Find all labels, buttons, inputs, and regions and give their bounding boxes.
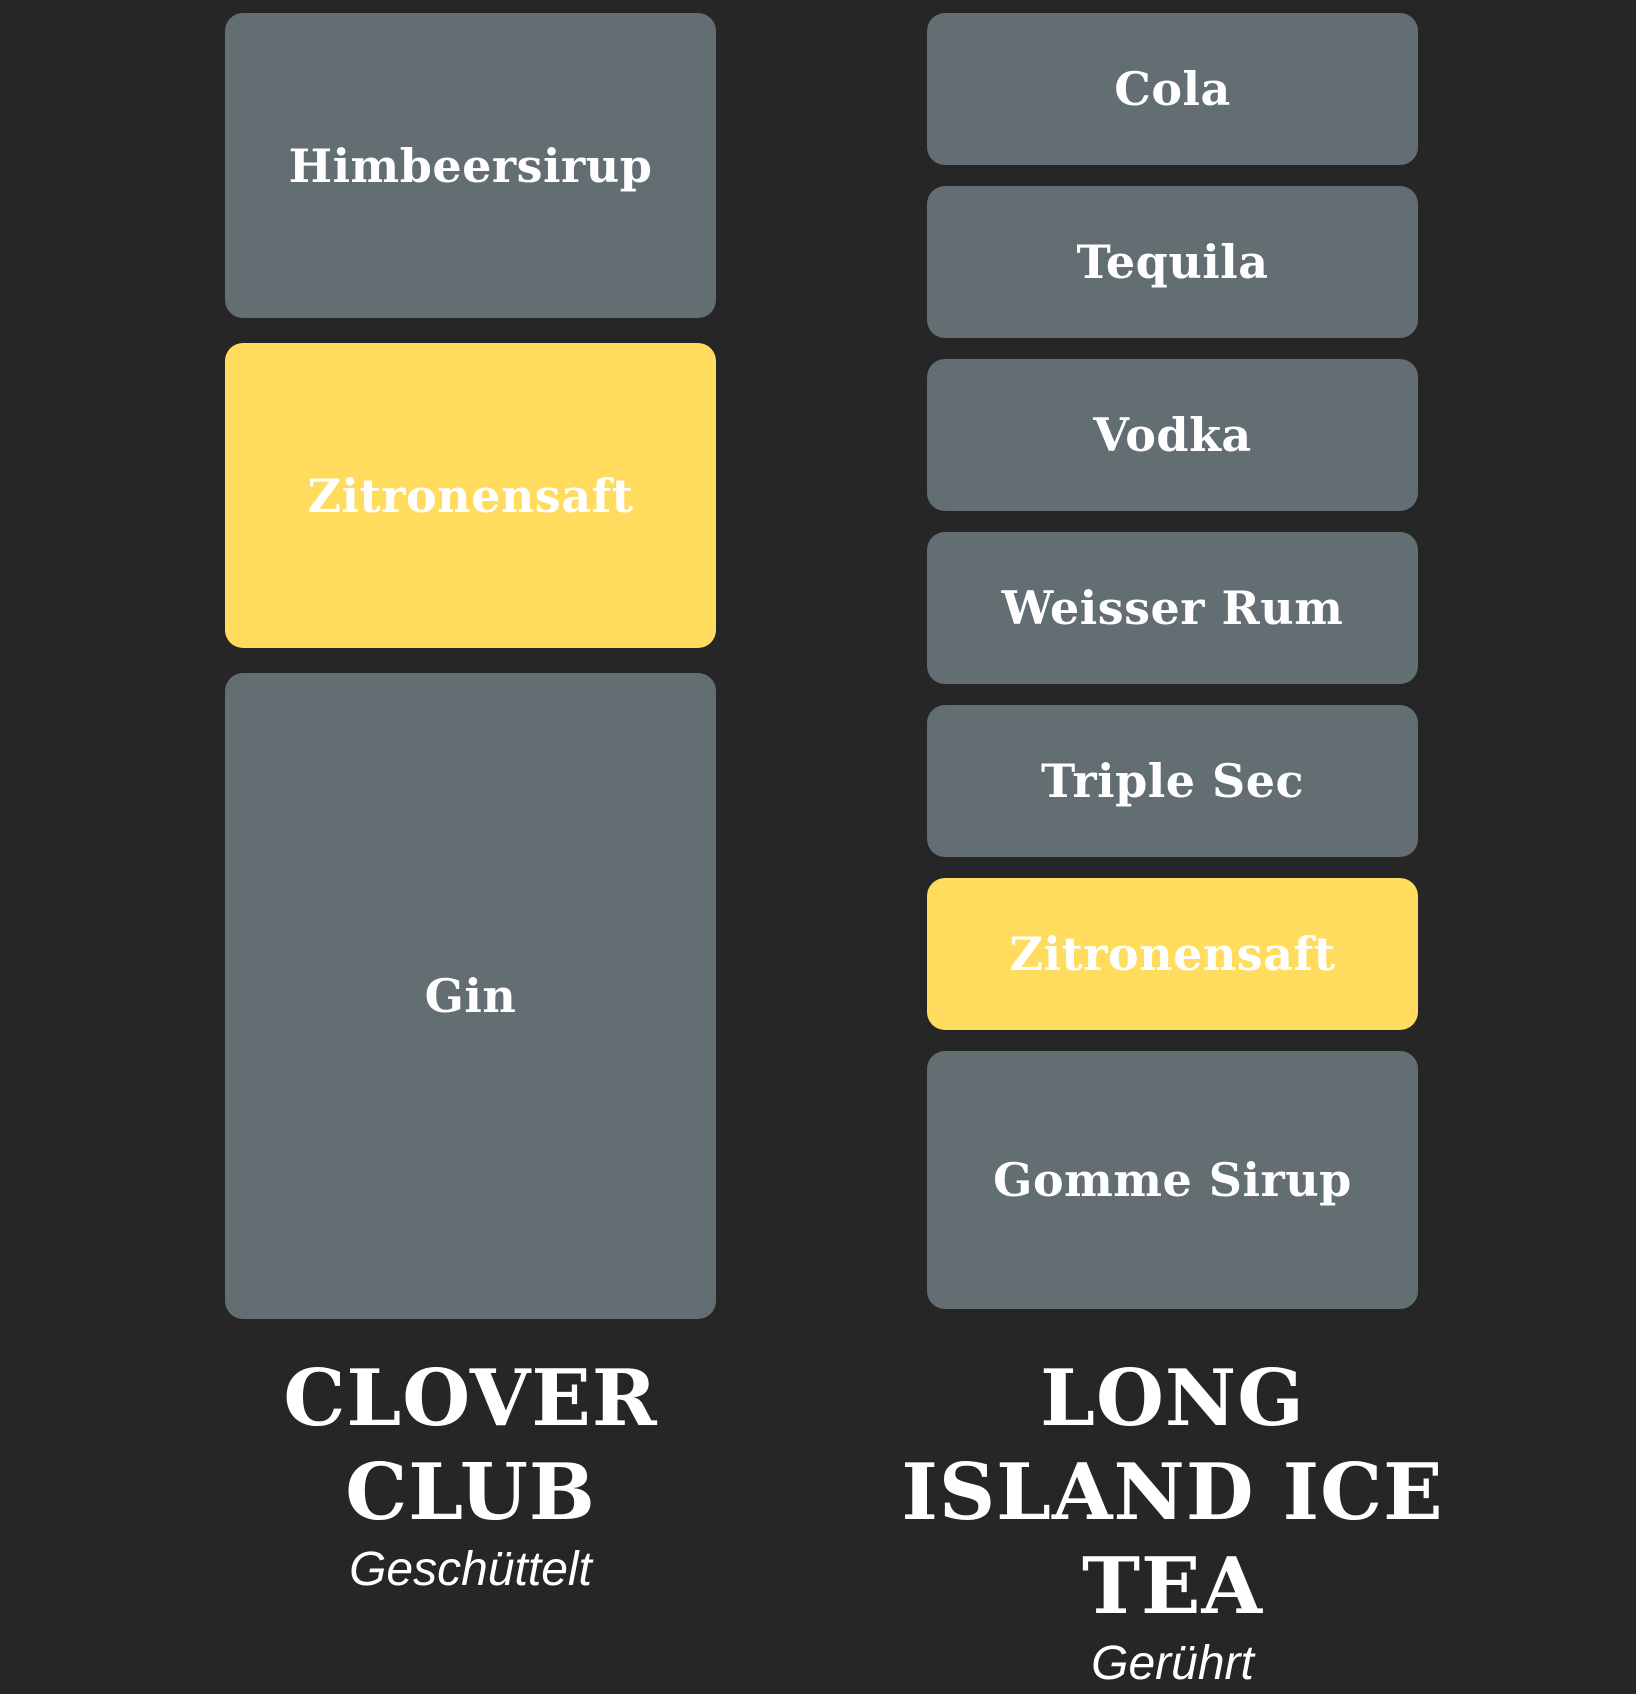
long-island-layer-stack: Cola Tequila Vodka Weisser Rum Triple Se… <box>927 13 1418 1309</box>
layer-triple-sec: Triple Sec <box>927 705 1418 857</box>
layer-gin: Gin <box>225 673 716 1319</box>
drink-method: Gerührt <box>1091 1637 1254 1690</box>
long-island-glass: Cola Tequila Vodka Weisser Rum Triple Se… <box>927 13 1418 1309</box>
layer-himbeersirup: Himbeersirup <box>225 13 716 318</box>
layer-weisser-rum: Weisser Rum <box>927 532 1418 684</box>
layer-tequila: Tequila <box>927 186 1418 338</box>
layer-gomme-sirup: Gomme Sirup <box>927 1051 1418 1309</box>
clover-club-glass: Himbeersirup Zitronensaft Gin <box>225 13 716 1319</box>
layer-vodka: Vodka <box>927 359 1418 511</box>
clover-club-footer: CLOVER CLUB Geschüttelt <box>180 1352 761 1600</box>
drink-method: Geschüttelt <box>349 1543 592 1596</box>
layer-zitronensaft: Zitronensaft <box>927 878 1418 1030</box>
drink-name: LONG ISLAND ICE TEA <box>901 1353 1444 1632</box>
drink-name: CLOVER CLUB <box>283 1353 658 1538</box>
layer-cola: Cola <box>927 13 1418 165</box>
layer-zitronensaft: Zitronensaft <box>225 343 716 648</box>
clover-club-layer-stack: Himbeersirup Zitronensaft Gin <box>225 13 716 1319</box>
long-island-footer: LONG ISLAND ICE TEA Gerührt <box>882 1352 1463 1694</box>
